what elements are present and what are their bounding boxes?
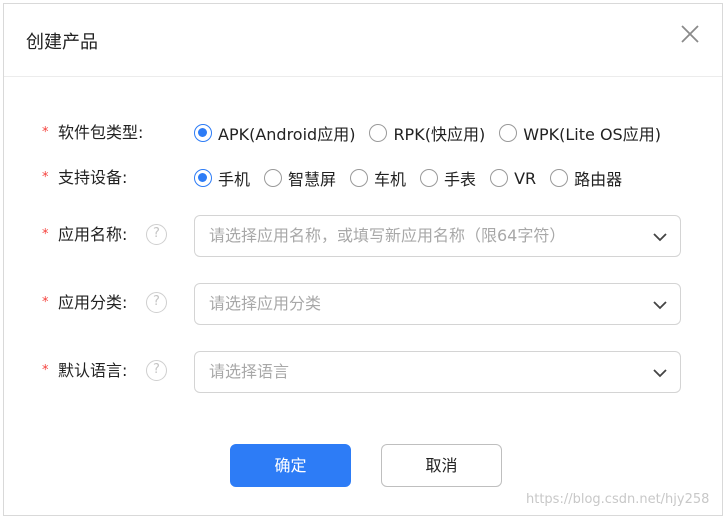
radio-phone[interactable]: 手机 [194,166,250,190]
radio-label: 手表 [444,170,477,189]
radio-circle[interactable] [420,169,439,187]
default-language-select[interactable]: 请选择语言 [194,351,681,393]
app-category-row: * 应用分类: ? 请选择应用分类 [4,283,722,325]
required-mark: * [42,125,49,140]
radio-rpk[interactable]: RPK(快应用) [369,121,485,145]
devices-row: * 支持设备: 手机 智慧屏 车机 手表 VR 路由器 [4,158,722,198]
chevron-down-icon [652,365,668,384]
radio-router[interactable]: 路由器 [550,166,622,190]
radio-label: WPK(Lite OS应用) [523,125,661,144]
radio-car[interactable]: 车机 [350,166,406,190]
radio-circle[interactable] [350,169,369,187]
help-icon[interactable]: ? [146,224,167,245]
watermark-text: https://blog.csdn.net/hjy258 [526,492,710,507]
radio-apk[interactable]: APK(Android应用) [194,121,355,145]
required-mark: * [42,363,49,378]
chevron-down-icon [652,297,668,316]
package-type-radio-group: APK(Android应用) RPK(快应用) WPK(Lite OS应用) [194,113,675,153]
dialog-header: 创建产品 [4,4,722,77]
app-name-row: * 应用名称: ? 请选择应用名称，或填写新应用名称（限64字符） [4,215,722,257]
devices-label: 支持设备: [58,168,128,187]
default-language-row: * 默认语言: ? 请选择语言 [4,351,722,393]
dialog-title: 创建产品 [26,32,98,53]
radio-smart-screen[interactable]: 智慧屏 [264,166,336,190]
radio-circle[interactable] [499,124,518,142]
radio-circle[interactable] [550,169,569,187]
radio-label: RPK(快应用) [393,125,486,144]
app-name-label: 应用名称: [58,225,128,244]
required-mark: * [42,170,49,185]
chevron-down-icon [652,229,668,248]
create-product-dialog: 创建产品 * 软件包类型: APK(Android应用) RPK(快应用) WP… [3,3,723,516]
confirm-button[interactable]: 确定 [230,444,351,487]
devices-radio-group: 手机 智慧屏 车机 手表 VR 路由器 [194,158,636,198]
radio-circle[interactable] [490,169,509,187]
radio-circle[interactable] [369,124,388,142]
help-icon[interactable]: ? [146,292,167,313]
radio-vr[interactable]: VR [490,169,536,188]
required-mark: * [42,295,49,310]
app-category-select[interactable]: 请选择应用分类 [194,283,681,325]
package-type-label: 软件包类型: [58,123,144,142]
radio-label: VR [514,168,537,188]
package-type-row: * 软件包类型: APK(Android应用) RPK(快应用) WPK(Lit… [4,113,722,153]
app-category-placeholder: 请选择应用分类 [209,294,322,313]
radio-circle[interactable] [264,169,283,187]
radio-watch[interactable]: 手表 [420,166,476,190]
cancel-button[interactable]: 取消 [381,444,502,487]
app-name-placeholder: 请选择应用名称，或填写新应用名称（限64字符） [209,226,566,245]
default-language-placeholder: 请选择语言 [209,362,290,381]
radio-label: 路由器 [574,170,623,189]
radio-wpk[interactable]: WPK(Lite OS应用) [499,121,661,145]
app-category-label: 应用分类: [58,293,128,312]
radio-label: 手机 [218,170,251,189]
radio-label: APK(Android应用) [218,125,356,144]
radio-label: 车机 [374,170,407,189]
help-icon[interactable]: ? [146,360,167,381]
app-name-select[interactable]: 请选择应用名称，或填写新应用名称（限64字符） [194,215,681,257]
radio-circle[interactable] [194,124,212,142]
default-language-label: 默认语言: [58,361,128,380]
required-mark: * [42,227,49,242]
close-icon[interactable] [678,22,702,46]
radio-label: 智慧屏 [288,170,337,189]
radio-circle[interactable] [194,169,212,187]
